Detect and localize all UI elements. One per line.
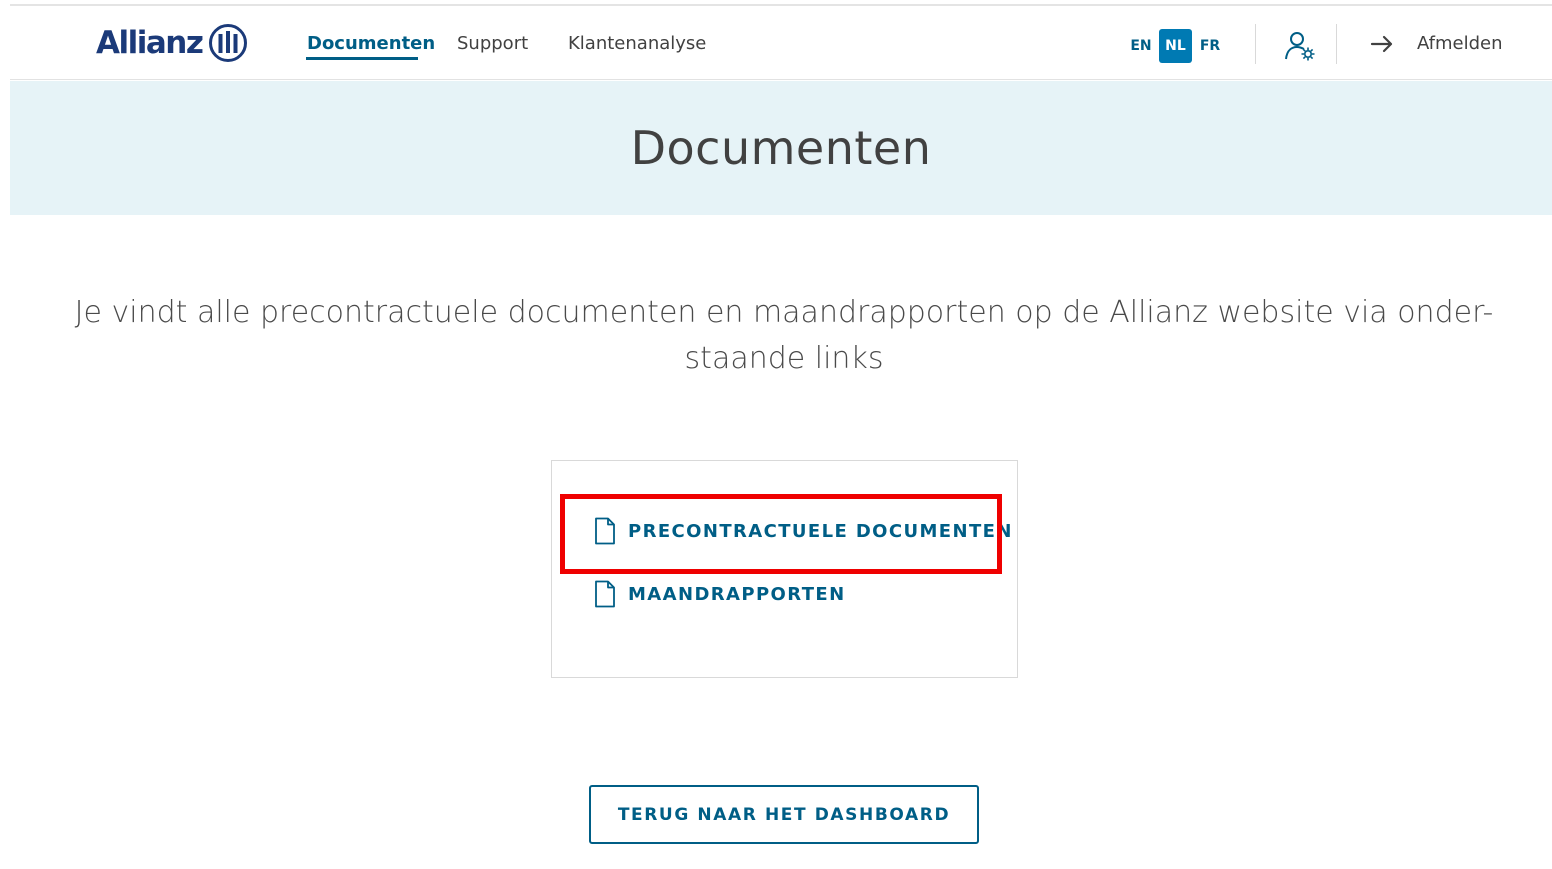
document-icon — [595, 517, 615, 545]
top-navbar: Allianz Documenten Support Klantenanalys… — [10, 6, 1552, 80]
language-fr[interactable]: FR — [1195, 29, 1225, 63]
document-links-card: PRECONTRACTUELE DOCUMENTEN MAANDRAPPORTE… — [551, 460, 1018, 678]
intro-line-1: Je vindt alle precontractuele documenten… — [74, 295, 1494, 330]
link-label: MAANDRAPPORTEN — [628, 583, 846, 605]
logo-wordmark: Allianz — [96, 25, 204, 61]
nav-support[interactable]: Support — [457, 33, 528, 54]
page-hero: Documenten — [10, 81, 1552, 215]
language-en[interactable]: EN — [1126, 29, 1156, 63]
document-icon — [595, 580, 615, 608]
back-to-dashboard-button[interactable]: TERUG NAAR HET DASHBOARD — [589, 785, 979, 844]
allianz-logo[interactable]: Allianz — [96, 22, 248, 64]
active-nav-underline — [306, 57, 418, 60]
intro-line-2: staande links — [684, 341, 884, 376]
header-divider — [1255, 24, 1256, 64]
language-nl[interactable]: NL — [1159, 29, 1192, 63]
link-label: PRECONTRACTUELE DOCUMENTEN — [628, 520, 1013, 542]
user-settings-icon[interactable] — [1283, 30, 1317, 62]
precontractuele-documenten-link[interactable]: PRECONTRACTUELE DOCUMENTEN — [594, 517, 1013, 545]
header-divider — [1336, 24, 1337, 64]
intro-text: Je vindt alle precontractuele documenten… — [70, 290, 1498, 382]
arrow-right-icon[interactable] — [1370, 35, 1394, 53]
page-title: Documenten — [630, 121, 932, 175]
allianz-eagle-circle-icon — [209, 24, 248, 62]
nav-klantenanalyse[interactable]: Klantenanalyse — [568, 33, 706, 54]
logout-link[interactable]: Afmelden — [1417, 33, 1503, 54]
nav-documenten[interactable]: Documenten — [307, 33, 435, 54]
maandrapporten-link[interactable]: MAANDRAPPORTEN — [594, 580, 846, 608]
